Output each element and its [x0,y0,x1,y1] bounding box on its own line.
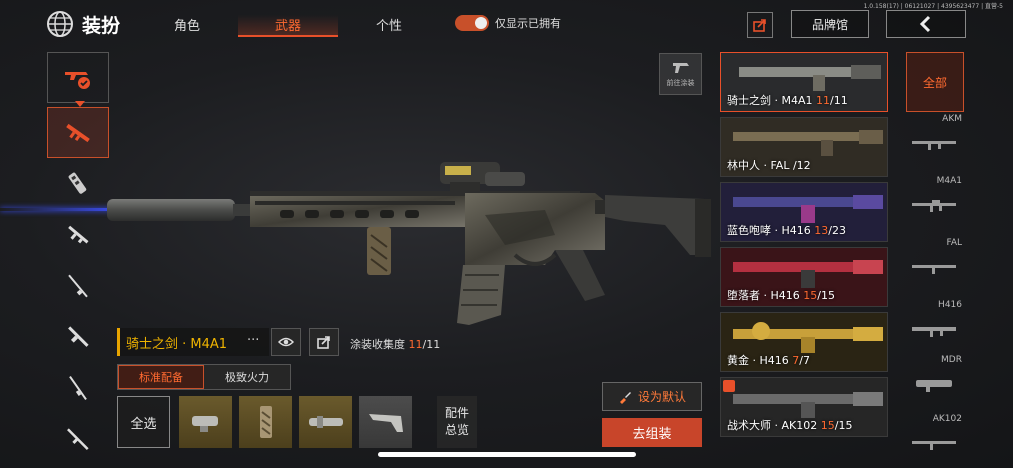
chevron-left-icon [919,15,931,33]
shotgun-icon [68,172,87,194]
rifle-icon [67,427,89,450]
globe-icon [46,10,74,38]
spray-gun-icon [672,63,689,73]
accessory-slot-grip[interactable] [239,396,292,448]
brand-hall-button[interactable]: 品牌馆 [791,10,869,38]
skin-name: 骑士之剑 · M4A1 11/11 [727,94,848,107]
filter-ak102[interactable]: AK102 [906,414,964,468]
filter-mdr[interactable]: MDR [906,355,964,413]
foregrip-attachment-icon [259,406,272,438]
tab-max-firepower[interactable]: 极致火力 [204,365,290,389]
filter-label: AK102 [932,414,962,424]
accessory-slot-muzzle[interactable] [299,396,352,448]
skin-card[interactable]: 战术大师 · AK102 15/15 [720,377,888,437]
page-title: 装扮 [82,15,121,37]
filter-fal[interactable]: FAL [906,238,964,296]
tab-character[interactable]: 角色 [158,15,216,34]
build-info: 1.0.158(17) | 06121027 | 4395623477 | 直营… [863,3,1003,10]
collection-label: 涂装收集度 [350,338,405,351]
skin-collection-progress: 涂装收集度 11/11 [350,336,440,352]
more-options-icon[interactable]: ··· [247,333,259,348]
akm-icon [912,141,956,150]
m4a1-weapon-image [107,162,711,325]
muzzle-attachment-icon [308,416,343,428]
owned-only-label: 仅显示已拥有 [495,17,561,30]
ak102-icon [912,441,956,450]
fal-icon [912,265,956,274]
filter-label: FAL [946,238,962,248]
accessory-slot-scope[interactable] [179,396,232,448]
filter-label: H416 [938,300,962,310]
category-sniper[interactable] [47,260,109,311]
smg-icon [68,225,89,243]
category-marksman[interactable] [47,362,109,413]
h416-icon [912,327,956,337]
skin-card[interactable]: 林中人 · FAL /12 [720,117,888,177]
accessory-overview-button[interactable]: 配件 总览 [437,396,477,448]
marksman-rifle-icon [69,375,87,400]
preview-toggle-button[interactable] [271,328,301,356]
share-icon [317,336,330,349]
filter-label: M4A1 [936,176,962,186]
filter-h416[interactable]: H416 [906,300,964,358]
select-all-button[interactable]: 全选 [117,396,170,448]
share-button[interactable] [309,328,339,356]
scope-attachment-icon [191,416,218,432]
go-assemble-button[interactable]: 去组装 [602,418,702,447]
category-column [47,52,109,464]
category-favorites[interactable] [47,52,109,107]
skin-name: 战术大师 · AK102 15/15 [727,419,853,432]
brush-icon [619,391,631,404]
toggle-switch[interactable] [455,15,489,31]
assault-rifle-icon [66,123,90,142]
tab-weapon[interactable]: 武器 [238,15,338,37]
m4a1-icon [912,200,956,212]
skin-card[interactable]: 堕落者 · H416 15/15 [720,247,888,307]
home-indicator[interactable] [378,452,636,457]
set-default-button[interactable]: 设为默认 [602,382,702,411]
lmg-icon [68,325,89,347]
skin-name: 林中人 · FAL /12 [727,159,811,172]
filter-all-button[interactable]: 全部 [906,52,964,112]
overview-line-1: 配件 [444,406,469,420]
share-button-top[interactable] [747,12,773,38]
share-icon [753,19,766,32]
skin-card[interactable]: 蓝色咆哮 · H416 13/23 [720,182,888,242]
collection-total: /11 [422,338,441,351]
category-other[interactable] [47,413,109,464]
accessory-slot-stock[interactable] [359,396,412,448]
owned-only-toggle[interactable]: 仅显示已拥有 [455,15,561,31]
mdr-icon [916,380,952,392]
skin-name: 蓝色咆哮 · H416 13/23 [727,224,846,237]
overview-line-2: 总览 [444,423,469,437]
stock-attachment-icon [368,414,403,432]
category-lmg[interactable] [47,311,109,362]
back-button[interactable] [886,10,966,38]
eye-icon [278,337,294,347]
loadout-tabs: 标准配备 极致火力 [117,364,291,390]
skin-card[interactable]: 骑士之剑 · M4A1 11/11 [720,52,888,112]
tab-standard-loadout[interactable]: 标准配备 [118,365,204,389]
set-default-label: 设为默认 [637,390,686,404]
skin-name: 黄金 · H416 7/7 [727,354,810,367]
filter-label: AKM [942,114,962,124]
filter-m4a1[interactable]: M4A1 [906,176,964,234]
filter-akm[interactable]: AKM [906,114,964,172]
weapon-preview[interactable] [105,155,715,339]
category-assault-rifle[interactable] [47,107,109,158]
sniper-icon [68,274,88,297]
category-shotgun[interactable] [47,158,109,209]
filter-label: MDR [941,355,962,365]
tab-personality[interactable]: 个性 [360,15,418,34]
category-smg[interactable] [47,209,109,260]
goto-skin-button[interactable]: 前往涂装 [659,53,702,95]
gun-favorite-icon [65,71,90,89]
goto-skin-label: 前往涂装 [666,79,695,87]
skin-name: 堕落者 · H416 15/15 [727,289,835,302]
collection-current: 11 [408,338,423,351]
skin-card[interactable]: 黄金 · H416 7/7 [720,312,888,372]
